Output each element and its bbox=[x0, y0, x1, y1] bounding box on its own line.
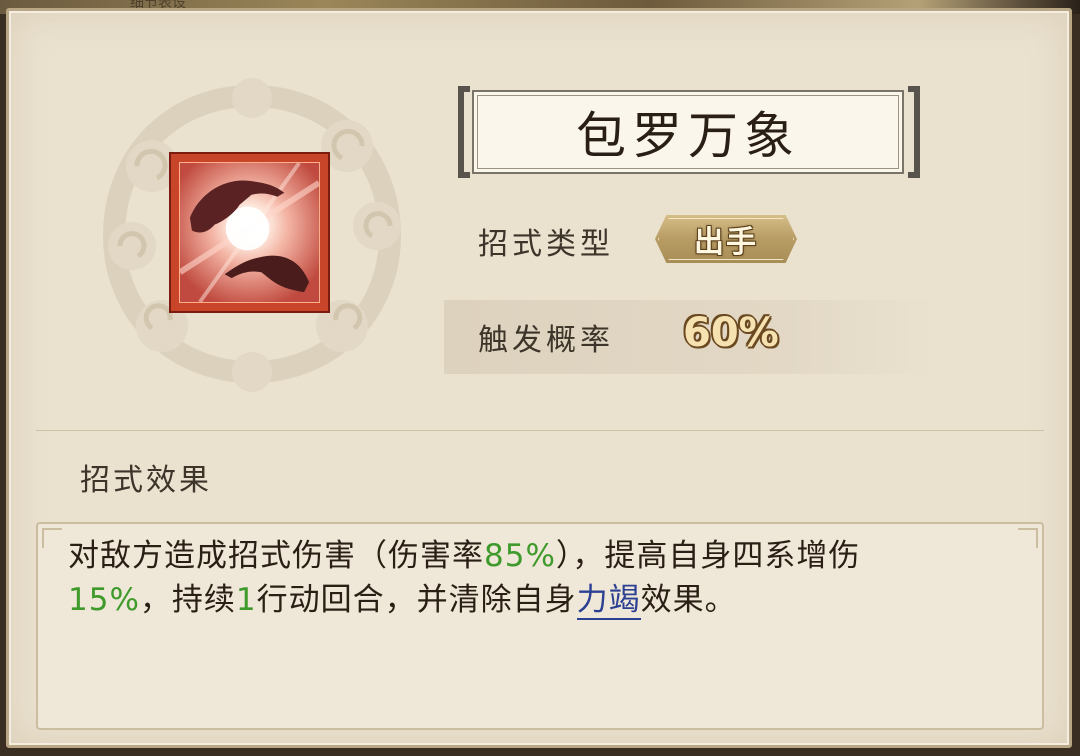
skill-type-badge: 出手 bbox=[655, 215, 797, 263]
effect-section-label: 招式效果 bbox=[80, 463, 212, 498]
duration-value: 1 bbox=[235, 582, 257, 618]
skill-type-value: 出手 bbox=[694, 225, 758, 260]
hands-energy-orb-icon bbox=[179, 162, 320, 303]
title-box: 包罗万象 bbox=[472, 90, 904, 174]
skill-icon-frame bbox=[169, 152, 330, 313]
skill-title-plaque: 包罗万象 bbox=[458, 86, 920, 178]
skill-name: 包罗万象 bbox=[576, 107, 800, 165]
bracket-left bbox=[458, 86, 470, 178]
effect-text-part: 效果。 bbox=[640, 582, 737, 618]
bracket-right bbox=[908, 86, 920, 178]
effect-text-part: ，持续 bbox=[139, 582, 236, 618]
damage-boost-value: 15% bbox=[68, 582, 140, 618]
effect-text-part: 行动回合，并清除自身 bbox=[256, 582, 577, 618]
effect-description: 对敌方造成招式伤害（伤害率85%），提高自身四系增伤 15%，持续1行动回合，并清… bbox=[68, 534, 998, 622]
window-frame: 细节表设 包罗万象 招式类型 出手 触发概率 60% 招式效果 对敌方造成招式伤… bbox=[0, 0, 1080, 756]
skill-type-label: 招式类型 bbox=[478, 227, 614, 262]
exhaustion-status-link[interactable]: 力竭 bbox=[576, 582, 641, 620]
section-divider bbox=[36, 430, 1044, 431]
damage-rate-value: 85% bbox=[484, 538, 556, 574]
effect-text-part: ），提高自身四系增伤 bbox=[555, 538, 861, 574]
trigger-probability-label: 触发概率 bbox=[478, 323, 614, 358]
trigger-probability-value: 60% bbox=[683, 310, 779, 356]
effect-text-part: 对敌方造成招式伤害（伤害率 bbox=[68, 538, 484, 574]
